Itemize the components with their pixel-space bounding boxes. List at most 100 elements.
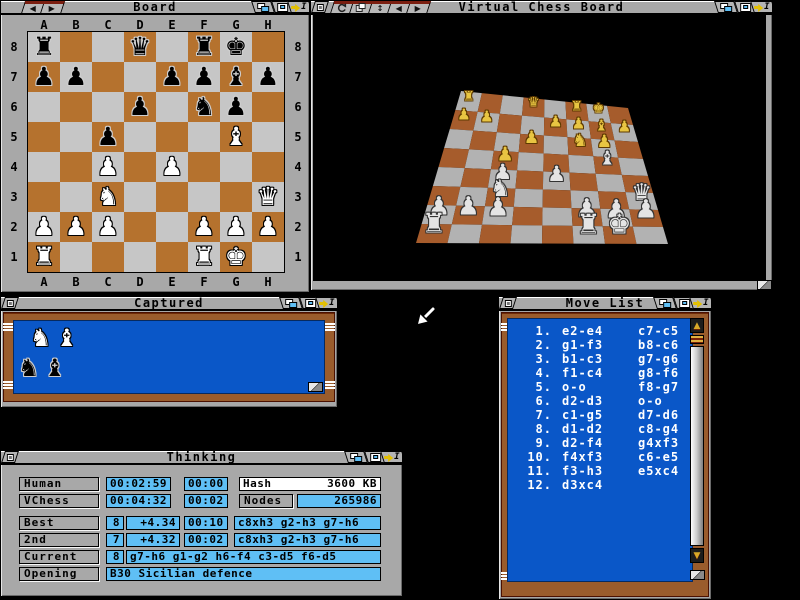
board-square[interactable] (188, 122, 220, 152)
scroll-up-button[interactable]: ▲ (690, 318, 704, 333)
board3d-square[interactable] (465, 149, 494, 169)
board-square[interactable] (124, 242, 156, 272)
chess-piece-3d[interactable]: ♟ (618, 118, 632, 136)
chess-piece[interactable]: ♜ (188, 32, 220, 62)
board3d-square[interactable] (439, 148, 470, 168)
chess-piece-3d[interactable]: ♟ (547, 161, 566, 186)
resize-gadget[interactable] (757, 280, 772, 290)
board-square[interactable] (124, 152, 156, 182)
board3d-square[interactable] (448, 224, 483, 243)
board-square[interactable] (156, 242, 188, 272)
chess-piece[interactable]: ♟ (92, 212, 124, 242)
board3d-square[interactable] (517, 152, 544, 171)
board-square[interactable] (156, 212, 188, 242)
chess-piece[interactable]: ♛ (252, 182, 284, 212)
chess-piece[interactable]: ♟ (28, 62, 60, 92)
chess-piece[interactable]: ♜ (28, 242, 60, 272)
iconify-gadget[interactable]: I (689, 297, 711, 309)
board3d-square[interactable] (469, 131, 497, 151)
board3d-square[interactable] (444, 129, 473, 149)
iconify-gadget[interactable]: I (315, 297, 337, 309)
grip-icon[interactable] (325, 381, 335, 389)
chess-piece-3d[interactable]: ♞ (572, 131, 587, 151)
chess-piece[interactable]: ♟ (220, 92, 252, 122)
chess-piece[interactable]: ♟ (220, 212, 252, 242)
board3d-square[interactable] (500, 95, 524, 115)
board3d-square[interactable] (511, 225, 543, 243)
board3d-square[interactable] (569, 173, 598, 192)
board3d-square[interactable] (542, 226, 574, 244)
chess-piece[interactable]: ♚ (220, 32, 252, 62)
chess-piece-3d[interactable]: ♟ (480, 108, 494, 126)
board3d-square[interactable] (543, 190, 572, 209)
chess-piece-3d[interactable]: ♝ (599, 147, 616, 170)
board-square[interactable] (252, 242, 284, 272)
board-square[interactable] (252, 32, 284, 62)
iconify-gadget[interactable]: I (287, 1, 309, 13)
board3d-square[interactable] (497, 114, 522, 134)
board-square[interactable] (60, 32, 92, 62)
scrollbar-track[interactable] (690, 346, 704, 546)
board-square[interactable] (60, 152, 92, 182)
chess-piece-3d[interactable]: ♜ (576, 209, 600, 240)
chess-piece-3d[interactable]: ♚ (592, 102, 604, 117)
chess-piece[interactable]: ♞ (188, 92, 220, 122)
iconify-gadget[interactable]: I (380, 451, 402, 463)
board-square[interactable] (124, 62, 156, 92)
chess-piece[interactable]: ♟ (156, 152, 188, 182)
chess-piece[interactable]: ♟ (188, 212, 220, 242)
chess-piece[interactable]: ♜ (28, 32, 60, 62)
scrollbar-knob[interactable] (690, 335, 704, 344)
chess-piece-3d[interactable]: ♟ (524, 128, 539, 148)
grip-icon[interactable] (3, 323, 13, 331)
chess-piece[interactable]: ♜ (188, 242, 220, 272)
chess-piece[interactable]: ♝ (220, 62, 252, 92)
grip-icon[interactable] (3, 381, 13, 389)
chess-piece[interactable]: ♞ (92, 182, 124, 212)
chess-piece[interactable]: ♟ (156, 62, 188, 92)
chess-piece[interactable]: ♝ (220, 122, 252, 152)
chess-piece[interactable]: ♟ (92, 152, 124, 182)
chess-piece-3d[interactable]: ♟ (487, 192, 510, 221)
board-square[interactable] (156, 32, 188, 62)
resize-gadget[interactable] (308, 382, 323, 392)
board3d-square[interactable] (633, 227, 668, 244)
board3d-square[interactable] (433, 167, 465, 187)
board-square[interactable] (92, 62, 124, 92)
resize-gadget[interactable] (690, 570, 705, 580)
iconify-gadget[interactable]: I (750, 1, 772, 13)
chess-piece-3d[interactable]: ♜ (463, 90, 475, 105)
board-square[interactable] (60, 242, 92, 272)
board-square[interactable] (92, 92, 124, 122)
thinking-titlebar[interactable]: Thinking I (1, 451, 402, 465)
board-square[interactable] (60, 182, 92, 212)
board3d-square[interactable] (512, 207, 543, 226)
chess-piece-3d[interactable]: ♚ (607, 210, 631, 241)
board-square[interactable] (28, 182, 60, 212)
board3d-square[interactable] (479, 225, 512, 244)
board-square[interactable] (252, 122, 284, 152)
board-square[interactable] (156, 92, 188, 122)
chess-piece-3d[interactable]: ♟ (457, 106, 471, 124)
chess-piece-3d[interactable]: ♟ (457, 192, 480, 221)
chess-piece-3d[interactable]: ♛ (528, 96, 540, 111)
chess-piece-3d[interactable]: ♜ (571, 100, 583, 115)
chess-piece[interactable]: ♟ (124, 92, 156, 122)
chess-piece[interactable]: ♟ (28, 212, 60, 242)
chess-piece[interactable]: ♟ (188, 62, 220, 92)
board-square[interactable] (60, 122, 92, 152)
board3d-square[interactable] (618, 158, 648, 176)
board-square[interactable] (252, 152, 284, 182)
board-titlebar[interactable]: ◀ ▶ Board I (1, 1, 309, 15)
chess-piece-3d[interactable]: ♜ (422, 208, 446, 239)
chess-piece[interactable]: ♟ (92, 122, 124, 152)
board-square[interactable] (252, 92, 284, 122)
chess-piece[interactable]: ♟ (252, 212, 284, 242)
board-square[interactable] (188, 182, 220, 212)
board-square[interactable] (124, 212, 156, 242)
board-square[interactable] (28, 122, 60, 152)
chess-piece[interactable]: ♚ (220, 242, 252, 272)
board-square[interactable] (124, 182, 156, 212)
chess-piece-3d[interactable]: ♟ (549, 113, 563, 131)
movelist-titlebar[interactable]: Move List I (499, 297, 711, 311)
